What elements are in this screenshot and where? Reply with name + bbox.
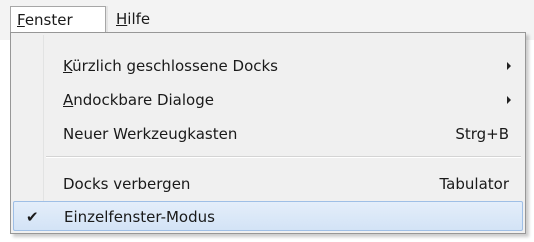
submenu-arrow-icon [507, 62, 511, 70]
menu-item-text: Einzelfenster-Modus [64, 208, 215, 226]
menu-item-shortcut: Tabulator [439, 175, 510, 193]
menu-item-single-window-mode[interactable]: ✔ Einzelfenster-Modus [13, 201, 523, 231]
menu-item-text: Docks verbergen [63, 175, 191, 193]
menu-item-text: Neuer Werkzeugkasten [63, 125, 238, 143]
menu-item-text: ürzlich geschlossene Docks [72, 57, 278, 75]
menu-fenster-label: enster [24, 11, 73, 29]
menu-item-label: Andockbare Dialoge [63, 85, 214, 115]
menu-item-recently-closed-docks[interactable]: Kürzlich geschlossene Docks [13, 51, 523, 81]
menu-item-text: ndockbare Dialoge [73, 91, 214, 109]
menu-item-mnemonic: A [63, 91, 74, 109]
menu-fenster[interactable]: Fenster [10, 6, 106, 33]
menu-fenster-mnemonic: F [17, 11, 25, 29]
menu-item-shortcut: Strg+B [455, 125, 509, 143]
checkmark-icon: ✔ [26, 208, 39, 226]
menu-hilfe-label: ilfe [127, 10, 151, 28]
fenster-dropdown-menu: Kürzlich geschlossene Docks Andockbare D… [10, 32, 526, 234]
submenu-arrow-icon [507, 96, 511, 104]
menu-item-mnemonic: K [63, 57, 73, 75]
menu-item-label: Kürzlich geschlossene Docks [63, 51, 278, 81]
menu-item-hide-docks[interactable]: Docks verbergen Tabulator [13, 169, 523, 199]
menu-separator [46, 156, 521, 158]
menu-hilfe-mnemonic: H [116, 10, 128, 28]
menu-hilfe[interactable]: Hilfe [110, 6, 156, 33]
menu-item-new-toolbox[interactable]: Neuer Werkzeugkasten Strg+B [13, 119, 523, 149]
menu-item-dockable-dialogs[interactable]: Andockbare Dialoge [13, 85, 523, 115]
